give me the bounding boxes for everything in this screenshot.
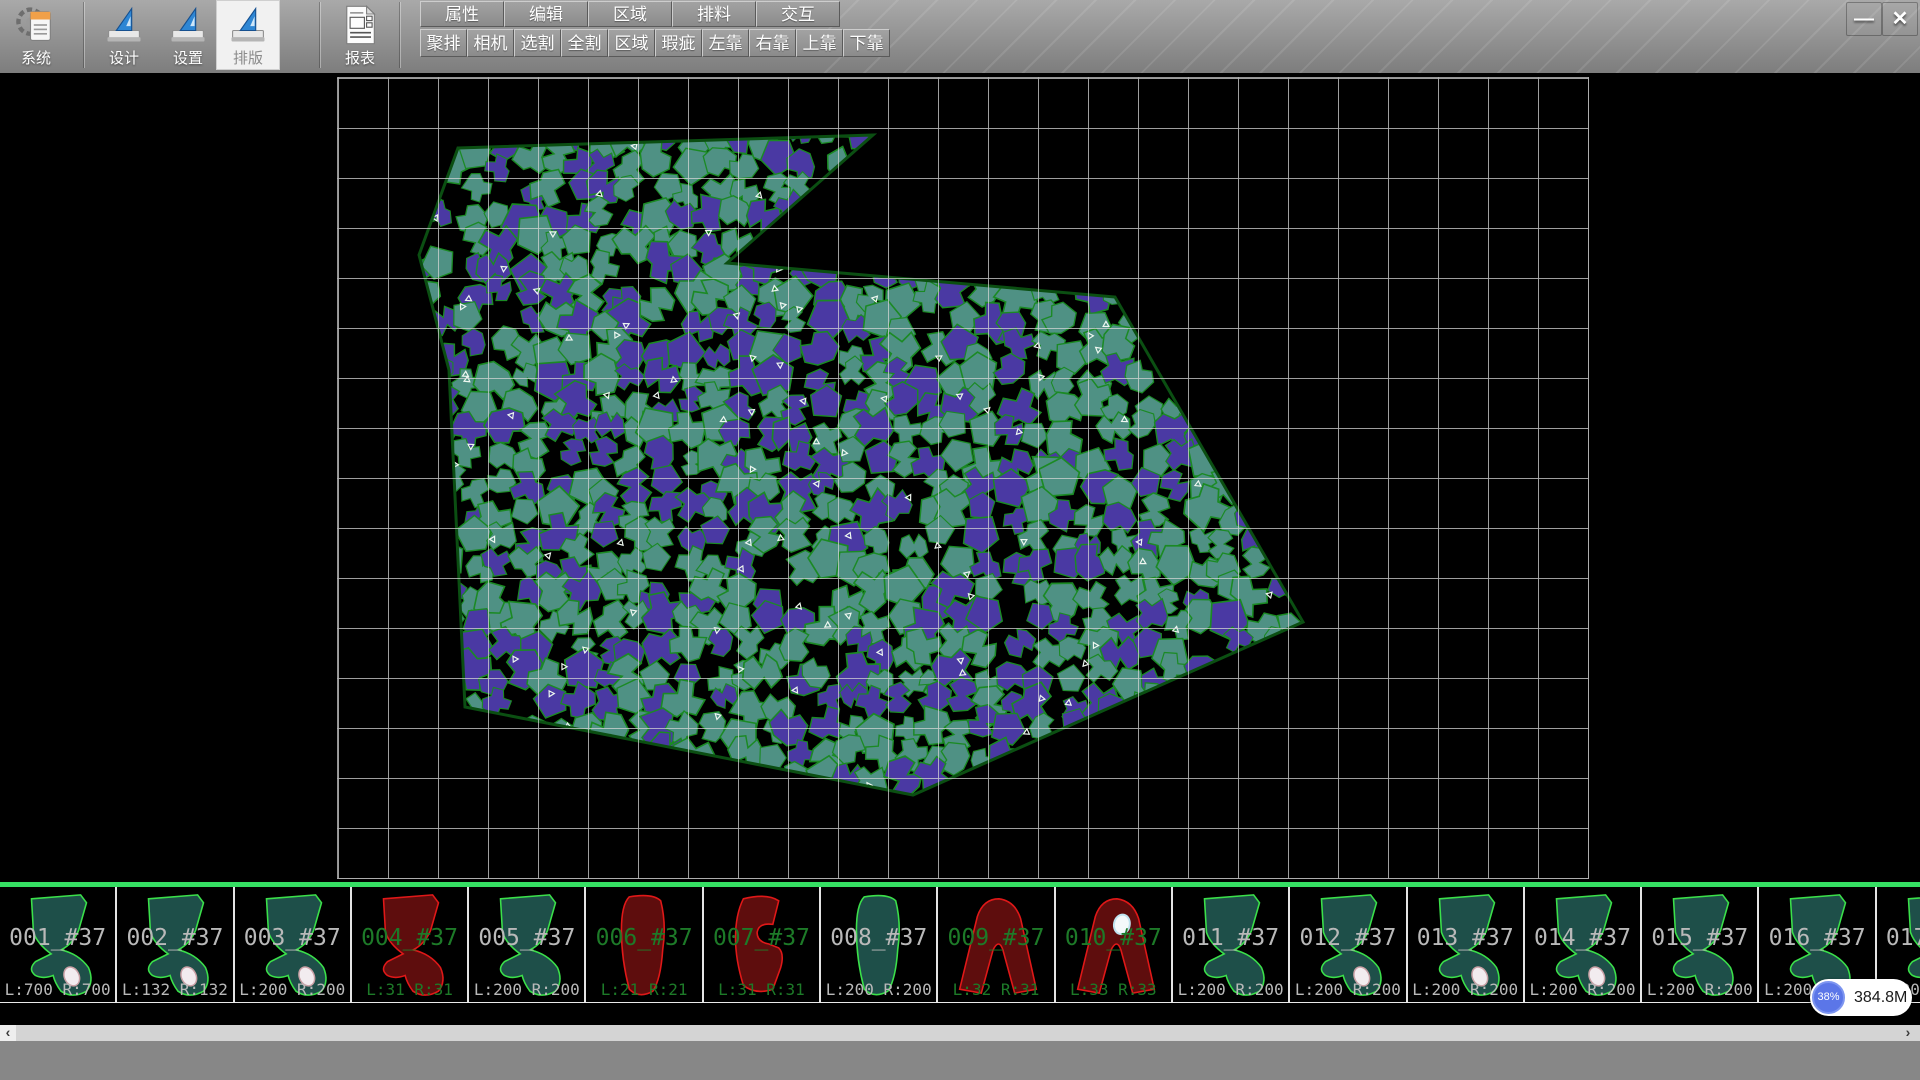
menu-select-cut-button[interactable]: 选割 [514, 29, 561, 57]
menu-snap-top-button[interactable]: 上靠 [796, 29, 843, 57]
piece-thumbnail[interactable]: 008_#37 L:200 R:200 [821, 887, 938, 1002]
piece-counts: L:32 R:31 [938, 980, 1053, 999]
piece-counts: L:200 R:200 [1408, 980, 1523, 999]
piece-thumbnail[interactable]: 001_#37 L:700 R:700 [0, 887, 117, 1002]
menu-cluster-nest-button[interactable]: 聚排 [420, 29, 467, 57]
minimize-button[interactable]: — [1846, 2, 1882, 36]
bottom-statusbar [0, 1041, 1920, 1080]
menu-cut-all-button[interactable]: 全割 [561, 29, 608, 57]
menu-region-button[interactable]: 区域 [588, 1, 672, 27]
piece-thumbnail[interactable]: 003_#37 L:200 R:200 [235, 887, 352, 1002]
piece-id: 015_#37 [1642, 925, 1757, 951]
piece-id: 014_#37 [1525, 925, 1640, 951]
menu-edit-button[interactable]: 编辑 [504, 1, 588, 27]
piece-thumbnail[interactable]: 014_#37 L:200 R:200 [1525, 887, 1642, 1002]
piece-id: 005_#37 [469, 925, 584, 951]
design-icon [102, 3, 146, 47]
piece-id: 010_#37 [1056, 925, 1171, 951]
piece-id: 008_#37 [821, 925, 936, 951]
piece-id: 012_#37 [1290, 925, 1405, 951]
piece-thumbnail[interactable]: 009_#37 L:32 R:31 [938, 887, 1055, 1002]
piece-id: 017_#37 [1877, 925, 1920, 951]
piece-counts: L:21 R:21 [586, 980, 701, 999]
piece-thumbnail[interactable]: 011_#37 L:200 R:200 [1173, 887, 1290, 1002]
tab-label: 设计 [92, 47, 156, 68]
piece-id: 011_#37 [1173, 925, 1288, 951]
menu-row-top: 属性编辑区域排料交互 [420, 1, 840, 27]
toolbar-divider [84, 2, 85, 68]
menu-attribute-button[interactable]: 属性 [420, 1, 504, 27]
tab-report[interactable]: 报表 [328, 0, 392, 70]
tab-label: 报表 [328, 47, 392, 68]
toolbar-texture [820, 0, 1920, 73]
piece-id: 013_#37 [1408, 925, 1523, 951]
menu-interactive-button[interactable]: 交互 [756, 1, 840, 27]
memory-value: 384.8M [1854, 979, 1907, 1016]
piece-counts: L:200 R:200 [821, 980, 936, 999]
piece-counts: L:31 R:31 [704, 980, 819, 999]
piece-counts: L:200 R:200 [1290, 980, 1405, 999]
tab-system[interactable]: 系统 [4, 0, 68, 70]
horizontal-scrollbar[interactable]: ‹ › [0, 1025, 1920, 1041]
piece-counts: L:200 R:200 [469, 980, 584, 999]
piece-id: 007_#37 [704, 925, 819, 951]
toolbar: 系统 设计设置排版 报表 属性编辑区域排料交互 聚排相机选割全割区域瑕疵左靠右靠上靠… [0, 0, 1920, 74]
piece-id: 004_#37 [352, 925, 467, 951]
piece-id: 003_#37 [235, 925, 350, 951]
tab-label: 排版 [216, 47, 280, 68]
piece-counts: L:200 R:200 [1173, 980, 1288, 999]
report-icon [338, 3, 382, 47]
menu-row-tools: 聚排相机选割全割区域瑕疵左靠右靠上靠下靠 [420, 29, 890, 57]
piece-counts: L:200 R:200 [1525, 980, 1640, 999]
piece-thumbnail[interactable]: 013_#37 L:200 R:200 [1408, 887, 1525, 1002]
piece-thumbnail[interactable]: 010_#37 L:33 R:33 [1056, 887, 1173, 1002]
layout-icon [226, 3, 270, 47]
menu-snap-left-button[interactable]: 左靠 [702, 29, 749, 57]
piece-strip: 001_#37L:700 R:700002_#37L:132 R:132003_… [0, 882, 1920, 1003]
piece-id: 016_#37 [1759, 925, 1874, 951]
close-button[interactable]: ✕ [1882, 2, 1918, 36]
nesting-svg [0, 73, 1920, 882]
piece-counts: L:31 R:31 [352, 980, 467, 999]
menu-defect-button[interactable]: 瑕疵 [655, 29, 702, 57]
tab-label: 设置 [156, 47, 220, 68]
piece-thumbnail[interactable]: 002_#37 L:132 R:132 [117, 887, 234, 1002]
menu-snap-bottom-button[interactable]: 下靠 [843, 29, 890, 57]
piece-counts: L:700 R:700 [0, 980, 115, 999]
piece-counts: L:33 R:33 [1056, 980, 1171, 999]
piece-thumbnail[interactable]: 004_#37 L:31 R:31 [352, 887, 469, 1002]
piece-counts: L:200 R:200 [235, 980, 350, 999]
status-pill: 38% 384.8M [1810, 979, 1912, 1016]
tab-design[interactable]: 设计 [92, 0, 156, 70]
tab-layout[interactable]: 排版 [216, 0, 280, 70]
scroll-left-arrow[interactable]: ‹ [0, 1025, 16, 1041]
efficiency-badge: 38% [1812, 981, 1845, 1014]
tab-settings[interactable]: 设置 [156, 0, 220, 70]
piece-id: 001_#37 [0, 925, 115, 951]
menu-zone-button[interactable]: 区域 [608, 29, 655, 57]
piece-thumbnail[interactable]: 007_#37 L:31 R:31 [704, 887, 821, 1002]
piece-cells: 001_#37L:700 R:700002_#37L:132 R:132003_… [0, 887, 1920, 1002]
piece-thumbnail[interactable]: 015_#37 L:200 R:200 [1642, 887, 1759, 1002]
settings-icon [166, 3, 210, 47]
nesting-canvas[interactable] [0, 73, 1920, 882]
toolbar-divider [320, 2, 321, 68]
menu-snap-right-button[interactable]: 右靠 [749, 29, 796, 57]
piece-counts: L:200 R:200 [1642, 980, 1757, 999]
strip-bottom-gap [0, 1003, 1920, 1025]
piece-id: 002_#37 [117, 925, 232, 951]
piece-counts: L:132 R:132 [117, 980, 232, 999]
toolbar-divider [400, 2, 401, 68]
menu-camera-button[interactable]: 相机 [467, 29, 514, 57]
scroll-right-arrow[interactable]: › [1900, 1025, 1916, 1041]
piece-thumbnail[interactable]: 006_#37 L:21 R:21 [586, 887, 703, 1002]
piece-id: 006_#37 [586, 925, 701, 951]
piece-thumbnail[interactable]: 005_#37 L:200 R:200 [469, 887, 586, 1002]
menu-nesting-button[interactable]: 排料 [672, 1, 756, 27]
piece-id: 009_#37 [938, 925, 1053, 951]
system-icon [14, 3, 58, 47]
piece-thumbnail[interactable]: 012_#37 L:200 R:200 [1290, 887, 1407, 1002]
tab-label: 系统 [4, 47, 68, 68]
